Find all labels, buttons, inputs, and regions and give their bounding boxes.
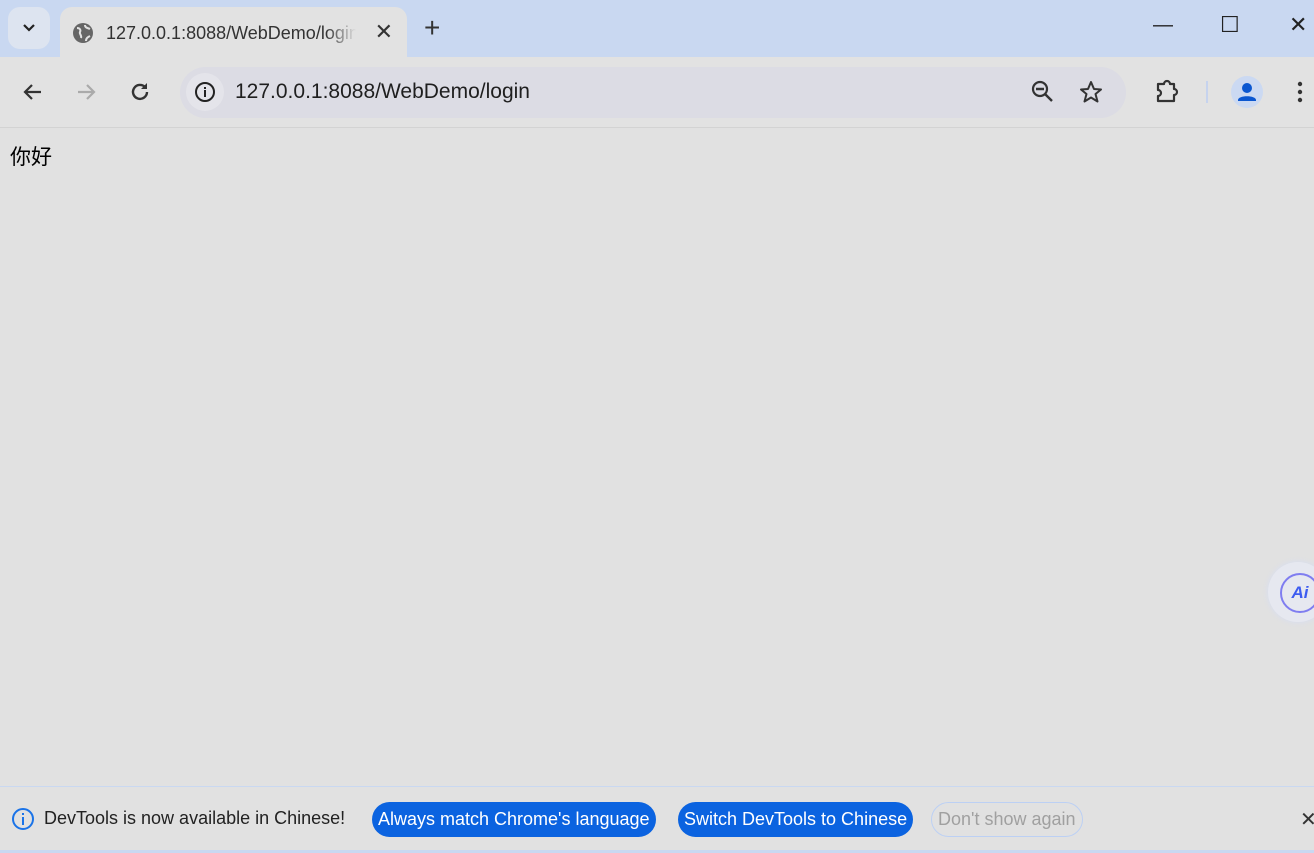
extensions-icon[interactable] — [1155, 79, 1181, 105]
bookmark-star-icon[interactable] — [1078, 79, 1104, 105]
dont-show-again-button[interactable]: Don't show again — [931, 802, 1083, 837]
tab-close-button[interactable]: ✕ — [375, 19, 393, 45]
info-icon — [195, 82, 215, 102]
tab-search-button[interactable] — [8, 7, 50, 49]
profile-button[interactable] — [1231, 76, 1263, 108]
close-window-button[interactable]: ✕ — [1289, 12, 1307, 38]
zoom-out-icon[interactable] — [1030, 79, 1056, 105]
toolbar-divider — [1206, 81, 1208, 103]
avatar-icon — [1238, 83, 1256, 101]
page-greeting: 你好 — [10, 146, 52, 169]
minimize-button[interactable]: — — [1153, 14, 1173, 37]
ai-assistant-button[interactable]: Ai — [1268, 562, 1314, 622]
chevron-down-icon — [23, 24, 35, 32]
globe-icon — [73, 23, 93, 43]
devtools-language-infobar: DevTools is now available in Chinese! Al… — [0, 786, 1314, 850]
always-match-language-button[interactable]: Always match Chrome's language — [372, 802, 656, 837]
url-text[interactable]: 127.0.0.1:8088/WebDemo/login — [235, 80, 530, 104]
forward-icon[interactable] — [73, 79, 99, 105]
maximize-button[interactable]: ☐ — [1220, 12, 1240, 38]
tab-active[interactable]: 127.0.0.1:8088/WebDemo/login ✕ — [60, 7, 407, 59]
address-bar[interactable]: 127.0.0.1:8088/WebDemo/login — [180, 67, 1126, 118]
infobar-close-button[interactable]: ✕ — [1300, 807, 1314, 832]
switch-devtools-chinese-button[interactable]: Switch DevTools to Chinese — [678, 802, 914, 837]
new-tab-button[interactable]: + — [424, 12, 440, 44]
tab-strip: 127.0.0.1:8088/WebDemo/login ✕ + — ☐ ✕ — [0, 0, 1314, 59]
menu-kebab-icon[interactable] — [1288, 79, 1312, 105]
reload-icon[interactable] — [127, 79, 153, 105]
tab-title: 127.0.0.1:8088/WebDemo/login — [106, 22, 356, 43]
ai-icon: Ai — [1280, 573, 1314, 613]
infobar-message: DevTools is now available in Chinese! — [44, 808, 346, 828]
toolbar: 127.0.0.1:8088/WebDemo/login — [0, 57, 1314, 128]
back-icon[interactable] — [20, 79, 46, 105]
site-info-button[interactable] — [186, 73, 224, 111]
info-icon — [12, 808, 34, 830]
